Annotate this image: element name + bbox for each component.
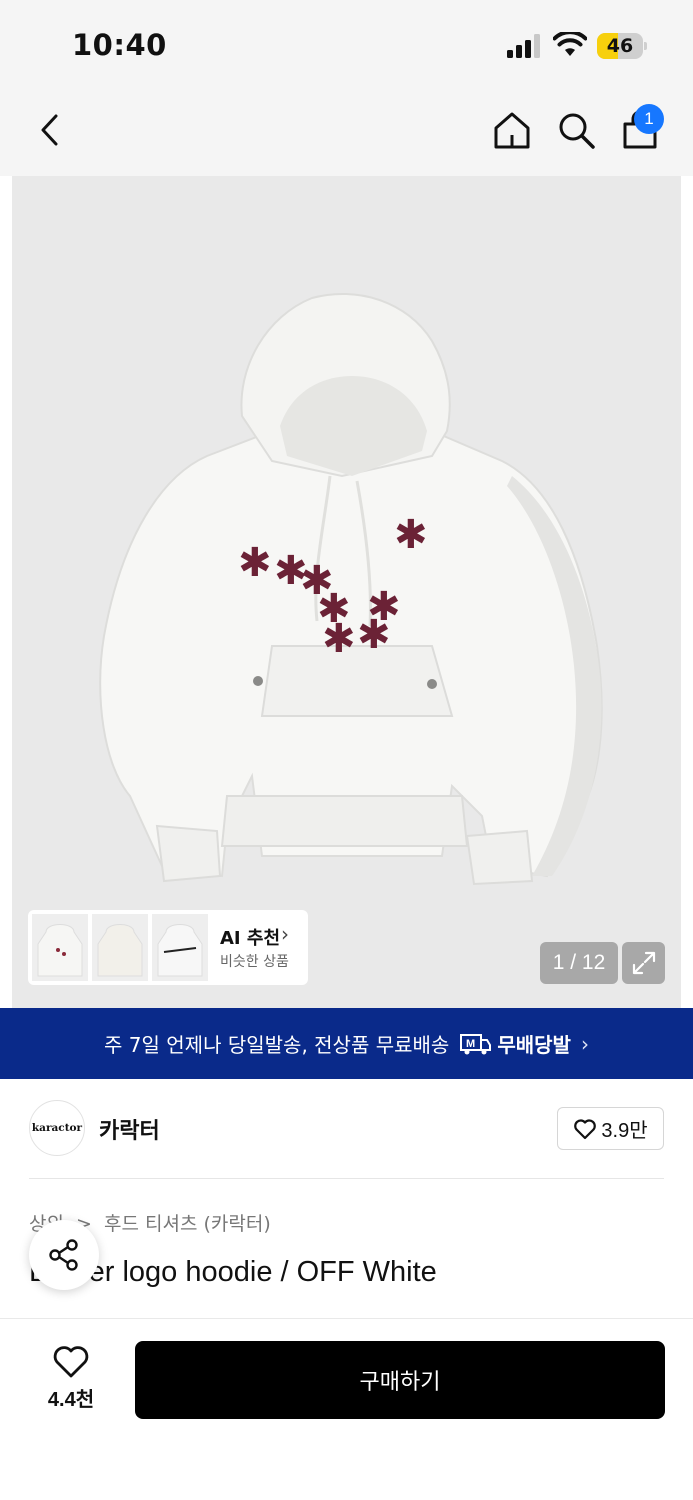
cart-count-badge: 1 (634, 104, 664, 134)
wishlist-button[interactable]: 4.4천 (28, 1345, 114, 1415)
chevron-right-icon: › (580, 1031, 589, 1056)
heart-icon (53, 1346, 89, 1378)
ai-recommend-subtitle: 비슷한 상품 (220, 954, 289, 970)
svg-text:✱: ✱ (322, 616, 356, 662)
buy-button[interactable]: 구매하기 (135, 1341, 665, 1419)
wishlist-count: 4.4천 (47, 1389, 95, 1411)
hoodie-product-image: ✱ ✱ ✱ ✱ ✱ ✱ ✱ ✱ (99, 292, 603, 886)
shipping-brand-label: 무배당발 (497, 1033, 571, 1057)
share-icon (49, 1239, 78, 1271)
product-image-gallery[interactable]: ✱ ✱ ✱ ✱ ✱ ✱ ✱ ✱ AI 추천 › 비슷한 상품 1 / 12 (12, 176, 681, 1008)
battery-level: 46 (606, 35, 634, 57)
svg-text:✱: ✱ (238, 540, 272, 586)
brand-like-button[interactable]: 3.9만 (557, 1107, 664, 1150)
shipping-banner[interactable]: 주 7일 언제나 당일발송, 전상품 무료배송 M 무배당발 › (0, 1008, 693, 1079)
ai-recommend-card[interactable]: AI 추천 › 비슷한 상품 (28, 910, 308, 985)
search-icon (559, 113, 595, 149)
back-button[interactable] (28, 108, 72, 152)
breadcrumb-item-subcategory[interactable]: 후드 티셔츠 (카락터) (104, 1213, 271, 1235)
shipping-brand: M 무배당발 (459, 1029, 571, 1058)
svg-text:M: M (466, 1038, 475, 1050)
ai-recommend-title: AI 추천 (220, 928, 281, 949)
home-icon (494, 112, 530, 149)
divider (29, 1178, 664, 1179)
battery-icon: 46 (597, 33, 647, 59)
delivery-truck-icon: M (460, 1033, 492, 1054)
image-page-counter: 1 / 12 (540, 942, 618, 984)
nav-bar: 1 (0, 88, 693, 176)
expand-icon (632, 951, 655, 975)
brand-name[interactable]: 카락터 (99, 1113, 160, 1145)
wifi-icon (553, 32, 587, 56)
recommend-thumbnail[interactable] (92, 914, 148, 981)
heart-icon (574, 1118, 597, 1139)
brand-logo[interactable]: karactor (29, 1100, 85, 1156)
recommend-thumbnail[interactable] (32, 914, 88, 981)
brand-like-count: 3.9만 (601, 1120, 648, 1142)
svg-text:✱: ✱ (357, 612, 391, 658)
chevron-left-icon (41, 114, 58, 146)
brand-logo-text: karactor (31, 1122, 83, 1134)
recommend-thumbnail[interactable] (152, 914, 208, 981)
search-button[interactable] (554, 108, 598, 152)
expand-image-button[interactable] (622, 942, 665, 984)
status-bar: 10:40 46 (0, 0, 693, 88)
chevron-right-icon: › (281, 922, 289, 946)
home-button[interactable] (490, 108, 534, 152)
bottom-action-bar: 4.4천 구매하기 (0, 1318, 693, 1500)
cellular-signal-icon (507, 34, 540, 58)
status-time: 10:40 (72, 28, 167, 62)
shipping-banner-text: 주 7일 언제나 당일발송, 전상품 무료배송 (104, 1033, 450, 1057)
svg-text:✱: ✱ (394, 512, 428, 558)
share-button[interactable] (29, 1220, 99, 1290)
